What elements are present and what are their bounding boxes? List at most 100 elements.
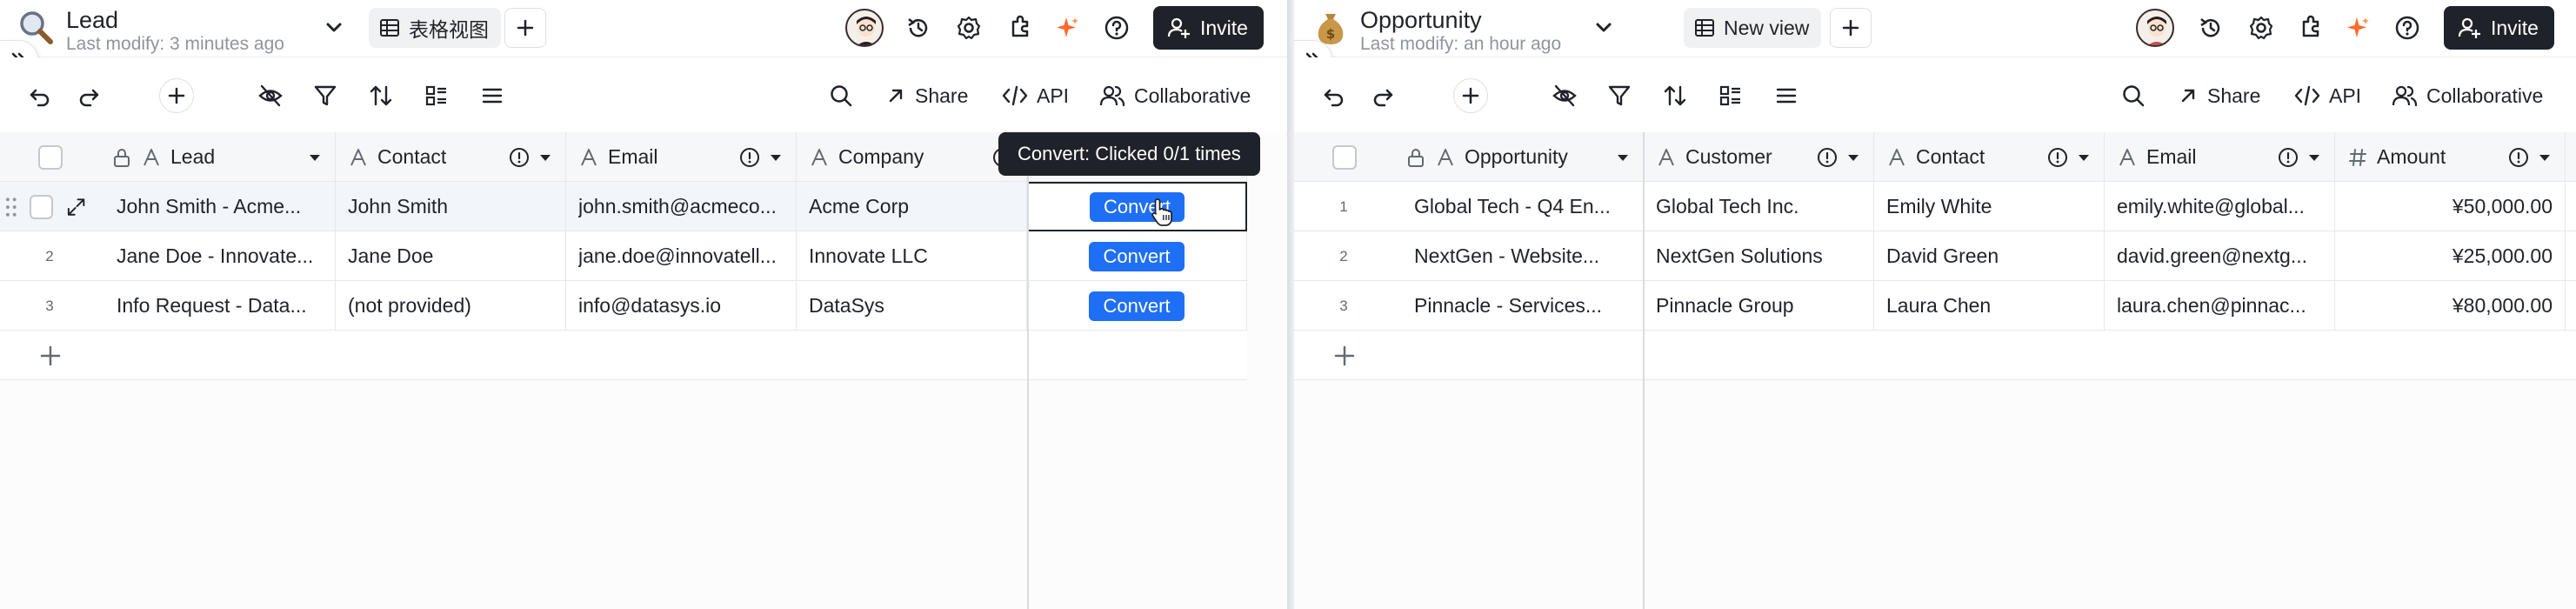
info-icon[interactable] — [2277, 146, 2299, 169]
select-all-cell[interactable] — [0, 132, 99, 182]
cell-contact[interactable]: John Smith — [336, 182, 566, 231]
add-view-button[interactable] — [1830, 8, 1872, 48]
column-header-email[interactable]: Email — [2105, 132, 2335, 182]
cell-email[interactable]: info@datasys.io — [566, 281, 797, 331]
cell-action[interactable]: Convert — [1027, 231, 1247, 281]
hide-fields-icon[interactable] — [257, 82, 284, 110]
add-row-button[interactable] — [1294, 331, 2576, 380]
help-icon[interactable] — [2393, 14, 2421, 42]
ai-sparkle-icon[interactable] — [1054, 14, 1082, 42]
cell-contact[interactable]: Emily White — [1874, 182, 2105, 231]
expand-record-icon[interactable] — [65, 196, 87, 218]
view-tab-grid[interactable]: 表格视图 — [369, 8, 501, 48]
caret-down-icon[interactable] — [2306, 150, 2322, 165]
cell-email[interactable]: jane.doe@innovatell... — [566, 231, 797, 281]
drag-handle-icon[interactable] — [5, 196, 17, 218]
info-icon[interactable] — [2507, 146, 2530, 169]
cell-contact[interactable]: Laura Chen — [1874, 281, 2105, 331]
help-icon[interactable] — [1103, 14, 1131, 42]
cell-lead[interactable]: John Smith - Acme... — [99, 182, 336, 231]
opportunity-title-block[interactable]: Opportunity Last modify: an hour ago — [1360, 7, 1561, 56]
row-height-icon[interactable] — [1774, 82, 1799, 110]
redo-icon[interactable] — [1371, 82, 1395, 110]
column-header-customer[interactable]: Customer — [1644, 132, 1874, 182]
search-icon[interactable] — [828, 82, 854, 110]
avatar[interactable] — [2136, 9, 2174, 47]
collaborative-button[interactable]: Collaborative — [2392, 82, 2543, 110]
invite-button[interactable]: Invite — [2444, 6, 2554, 50]
select-all-checkbox[interactable] — [1332, 144, 1357, 170]
lead-title-block[interactable]: Lead Last modify: 3 minutes ago — [66, 7, 284, 56]
table-row[interactable]: John Smith - Acme... John Smith john.smi… — [0, 182, 1247, 231]
cell-opportunity[interactable]: Pinnacle - Services... — [1393, 281, 1644, 331]
add-row[interactable] — [1294, 331, 2576, 380]
cell-amount[interactable]: ¥80,000.00 — [2335, 281, 2566, 331]
column-header-company[interactable]: Company — [797, 132, 1027, 182]
info-icon[interactable] — [1816, 146, 1839, 169]
sort-icon[interactable] — [1663, 82, 1687, 110]
filter-icon[interactable] — [1607, 82, 1632, 110]
ai-sparkle-icon[interactable] — [2345, 14, 2372, 42]
undo-icon[interactable] — [28, 82, 52, 110]
caret-down-icon[interactable] — [1615, 150, 1631, 165]
group-icon[interactable] — [424, 82, 449, 110]
cell-company[interactable]: DataSys — [797, 281, 1027, 331]
info-icon[interactable] — [508, 146, 531, 169]
select-all-checkbox[interactable] — [38, 144, 63, 170]
add-row-button[interactable] — [0, 331, 1247, 380]
add-row[interactable] — [0, 331, 1247, 380]
cell-customer[interactable]: NextGen Solutions — [1644, 231, 1874, 281]
column-header-lead[interactable]: Lead — [99, 132, 336, 182]
sort-icon[interactable] — [369, 82, 393, 110]
cell-opportunity[interactable]: NextGen - Website... — [1393, 231, 1644, 281]
table-row[interactable]: 2 Jane Doe - Innovate... Jane Doe jane.d… — [0, 231, 1247, 281]
cell-email[interactable]: laura.chen@pinnac... — [2105, 281, 2335, 331]
plugin-icon[interactable] — [2296, 14, 2324, 42]
cell-company[interactable]: Acme Corp — [797, 182, 1027, 231]
caret-down-icon[interactable] — [2537, 150, 2553, 165]
caret-down-icon[interactable] — [537, 150, 553, 165]
column-header-opportunity[interactable]: Opportunity — [1393, 132, 1644, 182]
info-icon[interactable] — [738, 146, 761, 169]
add-view-button[interactable] — [504, 8, 546, 48]
column-header-contact[interactable]: Contact — [1874, 132, 2105, 182]
column-header-email[interactable]: Email — [566, 132, 797, 182]
cell-action-active[interactable]: Convert — [1027, 182, 1247, 231]
chevron-down-icon[interactable] — [322, 16, 346, 40]
cell-opportunity[interactable]: Global Tech - Q4 En... — [1393, 182, 1644, 231]
share-button[interactable]: Share — [2178, 82, 2260, 110]
table-row[interactable]: 1 Global Tech - Q4 En... Global Tech Inc… — [1294, 182, 2576, 231]
collaborative-button[interactable]: Collaborative — [1099, 82, 1251, 110]
gear-icon[interactable] — [2247, 14, 2275, 42]
table-row[interactable]: 3 Pinnacle - Services... Pinnacle Group … — [1294, 281, 2576, 331]
convert-button[interactable]: Convert — [1089, 291, 1185, 321]
gear-icon[interactable] — [955, 14, 983, 42]
history-icon[interactable] — [904, 14, 932, 42]
cell-contact[interactable]: David Green — [1874, 231, 2105, 281]
filter-icon[interactable] — [313, 82, 337, 110]
row-checkbox[interactable] — [29, 194, 53, 219]
cell-customer[interactable]: Pinnacle Group — [1644, 281, 1874, 331]
caret-down-icon[interactable] — [1845, 150, 1861, 165]
api-button[interactable]: API — [2294, 82, 2361, 110]
cell-email[interactable]: david.green@nextg... — [2105, 231, 2335, 281]
cell-amount[interactable]: ¥25,000.00 — [2335, 231, 2566, 281]
column-header-contact[interactable]: Contact — [336, 132, 566, 182]
plugin-icon[interactable] — [1005, 14, 1033, 42]
cell-contact[interactable]: (not provided) — [336, 281, 566, 331]
convert-button[interactable]: Convert — [1089, 241, 1185, 271]
search-icon[interactable] — [2120, 82, 2146, 110]
group-icon[interactable] — [1718, 82, 1743, 110]
invite-button[interactable]: Invite — [1153, 6, 1264, 50]
table-row[interactable]: 2 NextGen - Website... NextGen Solutions… — [1294, 231, 2576, 281]
add-record-button[interactable] — [1453, 78, 1488, 113]
avatar[interactable] — [845, 9, 884, 47]
chevron-down-icon[interactable] — [1592, 16, 1616, 40]
cell-email[interactable]: john.smith@acmeco... — [566, 182, 797, 231]
cell-lead[interactable]: Info Request - Data... — [99, 281, 336, 331]
caret-down-icon[interactable] — [2076, 150, 2092, 165]
cell-amount[interactable]: ¥50,000.00 — [2335, 182, 2566, 231]
pane-divider[interactable] — [1287, 0, 1294, 609]
undo-icon[interactable] — [1322, 82, 1346, 110]
table-row[interactable]: 3 Info Request - Data... (not provided) … — [0, 281, 1247, 331]
